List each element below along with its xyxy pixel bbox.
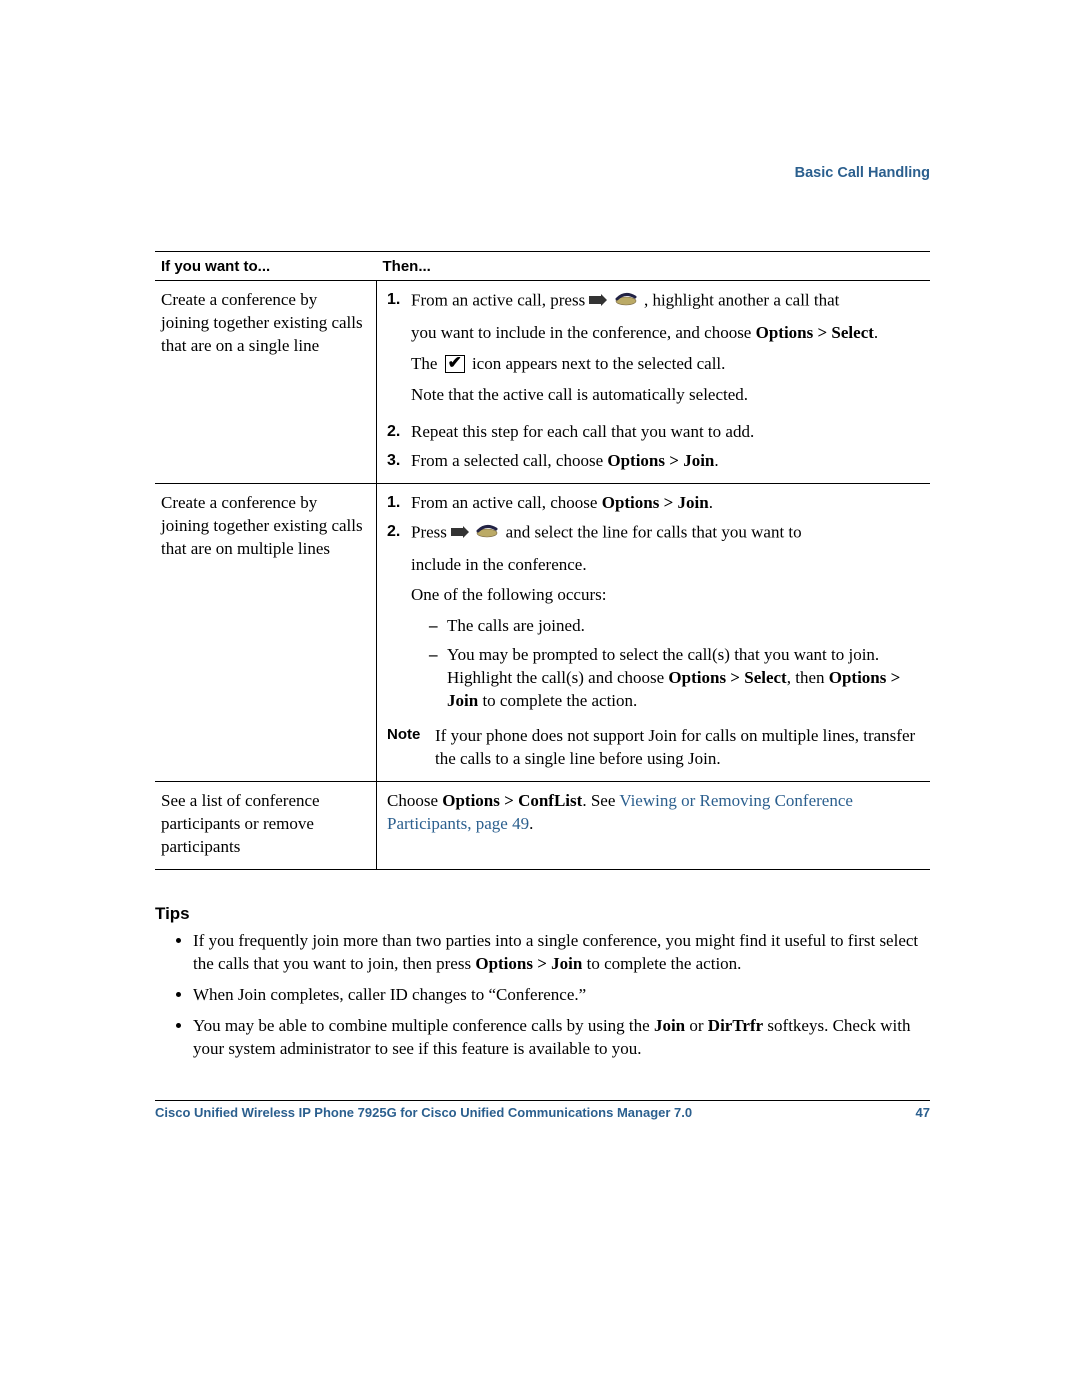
table-header-left: If you want to... — [155, 252, 377, 281]
row3-right: Choose Options > ConfList. See Viewing o… — [377, 782, 931, 870]
tips-heading: Tips — [155, 904, 930, 924]
dash-bullet: – — [429, 644, 447, 713]
note-label: Note — [387, 725, 435, 771]
table-row: Create a conference by joining together … — [155, 281, 930, 484]
page-content: Basic Call Handling If you want to... Th… — [0, 0, 1080, 1180]
phone-icon — [612, 289, 638, 314]
list-item: When Join completes, caller ID changes t… — [193, 984, 930, 1007]
page-footer: Cisco Unified Wireless IP Phone 7925G fo… — [155, 1100, 930, 1120]
note-body: If your phone does not support Join for … — [435, 725, 922, 771]
check-icon: ✔ — [445, 355, 465, 373]
section-header: Basic Call Handling — [155, 165, 930, 181]
note-row: Note If your phone does not support Join… — [387, 725, 922, 771]
dash-list: – The calls are joined. – You may be pro… — [429, 615, 922, 713]
step-number: 2. — [387, 521, 411, 543]
table-header-right: Then... — [377, 252, 931, 281]
tips-list: If you frequently join more than two par… — [155, 930, 930, 1061]
step-content: Press and select the line for calls that… — [411, 521, 922, 720]
list-item: If you frequently join more than two par… — [193, 930, 930, 976]
page-number: 47 — [916, 1105, 930, 1120]
phone-icon — [473, 521, 499, 546]
step-number: 2. — [387, 421, 411, 443]
row1-right: 1. From an active call, press , highligh… — [377, 281, 931, 484]
arrow-icon — [451, 522, 469, 545]
step-content: Repeat this step for each call that you … — [411, 421, 922, 444]
step-number: 3. — [387, 450, 411, 472]
procedure-table: If you want to... Then... Create a confe… — [155, 251, 930, 870]
row1-left: Create a conference by joining together … — [155, 281, 377, 484]
step-number: 1. — [387, 492, 411, 514]
step-content: From an active call, choose Options > Jo… — [411, 492, 922, 515]
table-row: Create a conference by joining together … — [155, 483, 930, 781]
step-content: From an active call, press , highlight a… — [411, 289, 922, 415]
dash-bullet: – — [429, 615, 447, 638]
arrow-icon — [589, 290, 607, 313]
list-item: You may be able to combine multiple conf… — [193, 1015, 930, 1061]
row2-left: Create a conference by joining together … — [155, 483, 377, 781]
row2-right: 1. From an active call, choose Options >… — [377, 483, 931, 781]
footer-title: Cisco Unified Wireless IP Phone 7925G fo… — [155, 1105, 692, 1120]
table-row: See a list of conference participants or… — [155, 782, 930, 870]
row3-left: See a list of conference participants or… — [155, 782, 377, 870]
step-number: 1. — [387, 289, 411, 311]
step-content: From a selected call, choose Options > J… — [411, 450, 922, 473]
